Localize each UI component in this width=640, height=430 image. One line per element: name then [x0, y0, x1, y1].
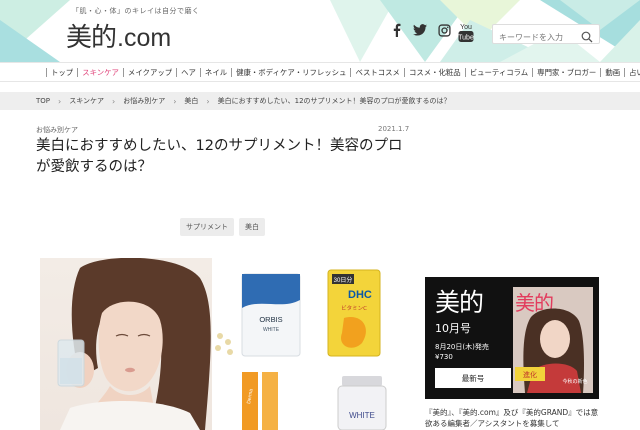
- nav-item-skincare[interactable]: スキンケア: [77, 67, 123, 77]
- recruit-text[interactable]: 『美的』、『美的.com』及び『美的GRAND』では意欲ある編集者／アシスタント…: [425, 407, 603, 429]
- ad-issue: 10月号: [435, 322, 471, 335]
- breadcrumb: TOP › スキンケア › お悩み別ケア › 美白 › 美白におすすめしたい、1…: [0, 92, 640, 110]
- nav-item-video[interactable]: 動画: [600, 67, 624, 77]
- orbis-sub: WHITE: [263, 327, 280, 333]
- dhc-days: 30日分: [334, 276, 353, 284]
- article-date: 2021.1.7: [378, 125, 410, 133]
- site-header: 「肌・心・体」のキレイは自分で磨く 美的 .com You Tube: [0, 0, 640, 62]
- nav-item-makeup[interactable]: メイクアップ: [122, 67, 176, 77]
- tag-list: サプリメント 美白: [180, 218, 265, 236]
- site-tagline: 「肌・心・体」のキレイは自分で磨く: [72, 7, 200, 15]
- orbis-brand: ORBIS: [259, 315, 282, 324]
- chevron-right-icon: ›: [173, 96, 177, 106]
- breadcrumb-whitening[interactable]: 美白: [184, 96, 198, 106]
- logo-com: .com: [117, 24, 172, 52]
- magazine-cover[interactable]: 美的 進化 今秋の新色: [513, 287, 593, 393]
- nav-item-cosmetics[interactable]: コスメ・化粧品: [403, 67, 465, 77]
- twitter-icon[interactable]: [411, 22, 429, 38]
- chevron-right-icon: ›: [58, 96, 62, 106]
- article-title: 美白におすすめしたい、12のサプリメント！美容のプロが愛飲するのは？: [36, 138, 403, 175]
- latest-issue-button[interactable]: 最新号: [435, 368, 511, 388]
- breadcrumb-current: 美白におすすめしたい、12のサプリメント！美容のプロが愛飲するのは？: [217, 97, 451, 105]
- tag-supplement[interactable]: サプリメント: [180, 218, 234, 236]
- dhc-brand: DHC: [348, 289, 372, 301]
- facebook-icon[interactable]: [390, 22, 404, 38]
- nav-item-hair[interactable]: ヘア: [176, 67, 200, 77]
- youtube-icon[interactable]: You Tube: [458, 21, 474, 43]
- site-logo[interactable]: 「肌・心・体」のキレイは自分で磨く 美的 .com: [66, 6, 200, 54]
- ad-price: ¥730: [435, 353, 453, 361]
- nav-item-bestcosme[interactable]: ベストコスメ: [350, 67, 404, 77]
- ad-logo: 美的: [435, 288, 484, 317]
- nav-item-nail[interactable]: ネイル: [199, 67, 231, 77]
- magazine-ad[interactable]: 美的 10月号 8月20日(木)発売 ¥730 最新号 美的 進化 今秋の新色: [425, 277, 599, 399]
- dhc-name: ビタミンC: [341, 304, 367, 312]
- breadcrumb-concern-care[interactable]: お悩み別ケア: [123, 96, 165, 106]
- article-category[interactable]: お悩み別ケア: [36, 125, 78, 135]
- nav-item-beauty-column[interactable]: ビューティコラム: [464, 67, 532, 77]
- bottle-label: WHITE: [349, 411, 375, 420]
- products-illustration: ORBIS WHITE 30日分 DHC ビタミンC Derma WHITE: [215, 269, 387, 430]
- search-box[interactable]: [492, 24, 600, 47]
- model-photo: [40, 258, 212, 430]
- instagram-icon[interactable]: [436, 22, 452, 38]
- cover-sub: 今秋の新色: [562, 378, 587, 385]
- svg-text:Tube: Tube: [458, 35, 474, 42]
- hero-image: ORBIS WHITE 30日分 DHC ビタミンC Derma WHITE: [40, 258, 412, 430]
- search-input[interactable]: [493, 28, 579, 47]
- chevron-right-icon: ›: [112, 96, 116, 106]
- search-icon[interactable]: [581, 28, 593, 47]
- nav-item-experts[interactable]: 専門家・ブロガー: [532, 67, 600, 77]
- logo-kanji: 美的: [66, 23, 117, 53]
- nav-item-fortune[interactable]: 占い: [624, 67, 640, 77]
- global-nav: トップ スキンケア メイクアップ ヘア ネイル 健康・ボディケア・リフレッシュ …: [0, 62, 640, 82]
- svg-text:You: You: [460, 24, 472, 31]
- ad-release-date: 8月20日(木)発売: [435, 343, 489, 351]
- chevron-right-icon: ›: [206, 96, 210, 106]
- cover-tag: 進化: [523, 370, 537, 379]
- tag-whitening[interactable]: 美白: [239, 218, 265, 236]
- breadcrumb-skincare[interactable]: スキンケア: [69, 96, 104, 106]
- breadcrumb-top[interactable]: TOP: [36, 97, 50, 105]
- nav-item-top[interactable]: トップ: [46, 67, 77, 77]
- nav-item-health[interactable]: 健康・ボディケア・リフレッシュ: [231, 67, 350, 77]
